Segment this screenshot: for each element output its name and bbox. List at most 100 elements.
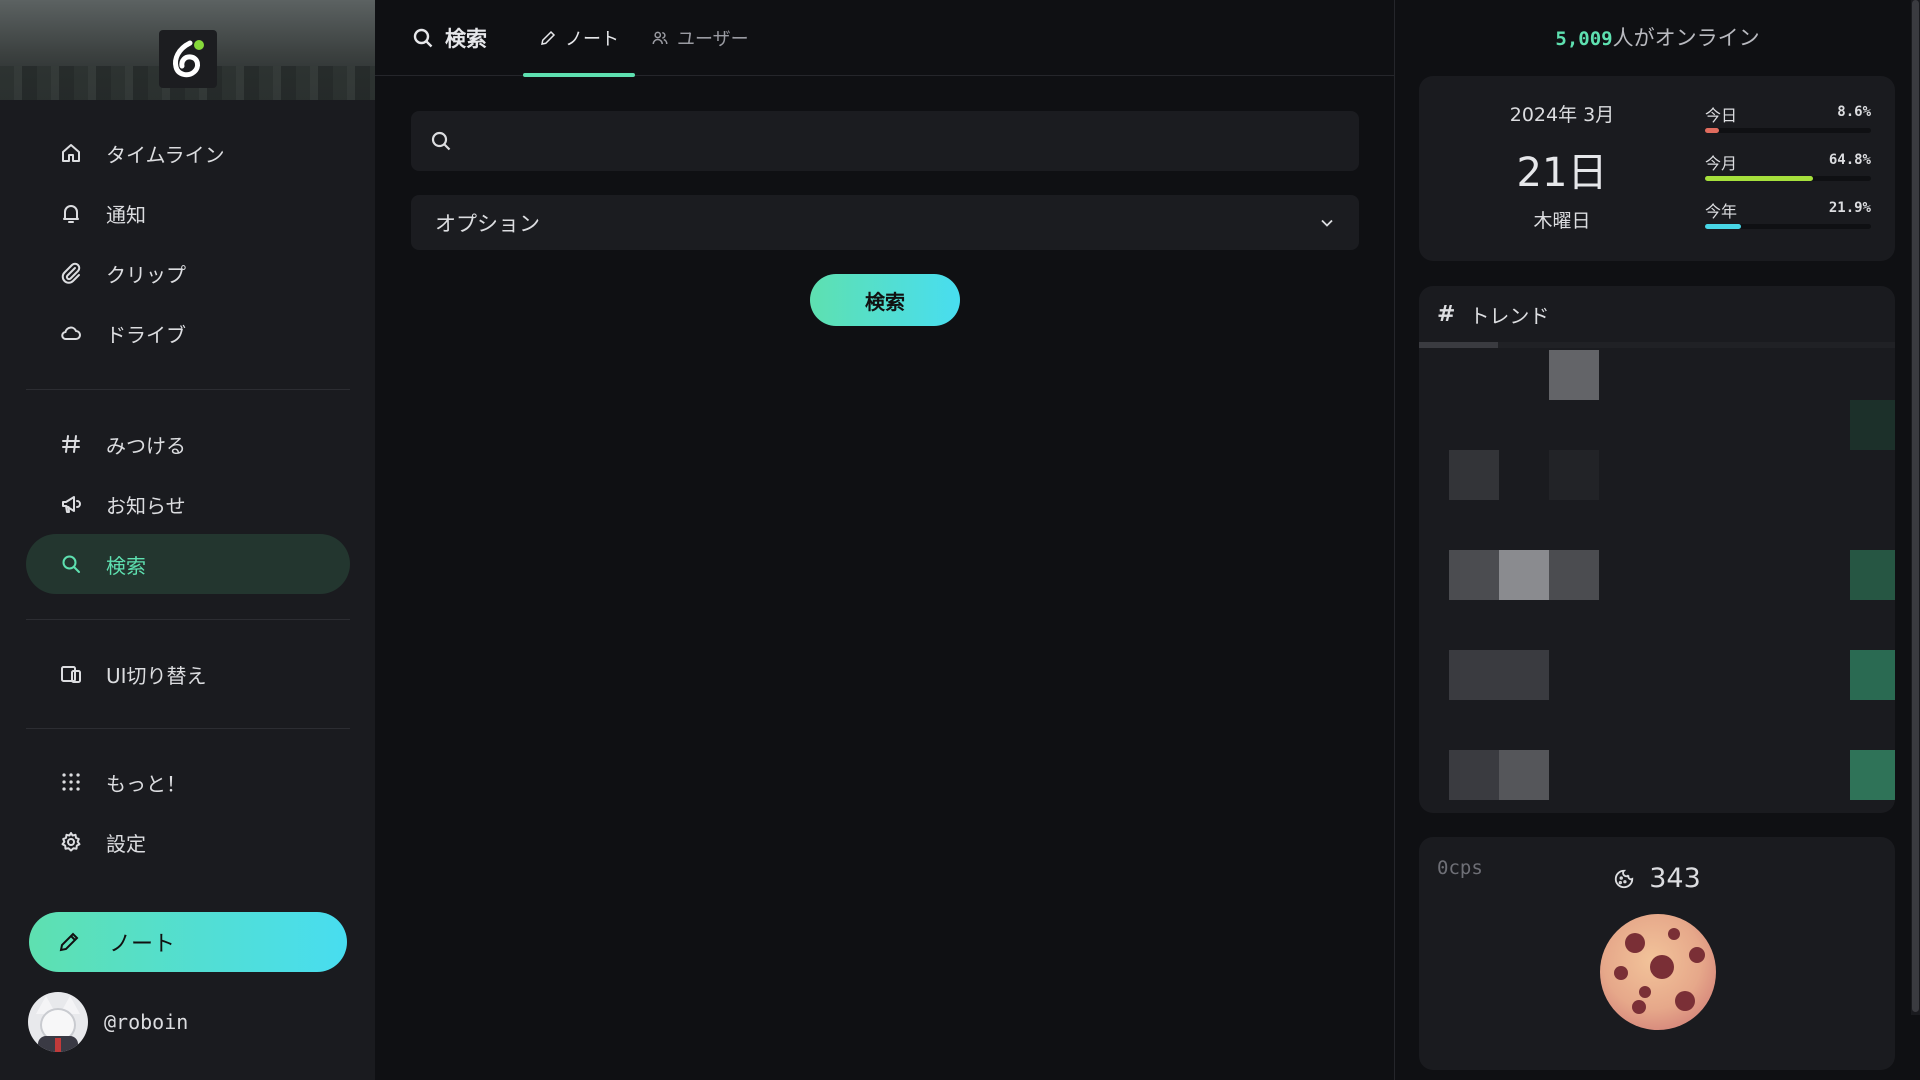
nav-group-main: タイムライン 通知 クリップ ドライブ: [26, 123, 350, 363]
sidebar-item-explore[interactable]: みつける: [26, 414, 350, 474]
progress-percent: 64.8%: [1828, 152, 1871, 168]
nav-group-ui: UI切り替え: [26, 644, 350, 704]
progress-percent: 21.9%: [1828, 200, 1871, 216]
right-column-scrollbar[interactable]: [1911, 0, 1920, 1015]
search-icon: [431, 131, 451, 151]
trend-widget: # トレンド: [1419, 286, 1895, 813]
sidebar-item-settings[interactable]: 設定: [26, 812, 350, 872]
tab-notes[interactable]: ノート: [523, 0, 635, 77]
app-window: タイムライン 通知 クリップ ドライブ みつける お知らせ 検索 UI切り替え …: [0, 0, 1920, 1080]
calendar-year-month: 2024年 3月: [1509, 104, 1615, 126]
sidebar-item-clips[interactable]: クリップ: [26, 243, 350, 303]
sidebar-item-label: お知らせ: [106, 493, 186, 518]
trend-scrollbar[interactable]: [1419, 342, 1895, 348]
sidebar-item-label: ドライブ: [106, 322, 186, 347]
search-icon: [413, 28, 433, 47]
sidebar-item-announcements[interactable]: お知らせ: [26, 474, 350, 534]
cookie-count-value: 343: [1649, 863, 1701, 894]
progress-bar-fill: [1705, 224, 1742, 229]
sidebar-banner: [0, 0, 375, 100]
trend-chart-block: [1499, 550, 1549, 600]
cookie-clicker-widget: 0cps 343: [1419, 837, 1895, 1070]
sidebar-item-label: 設定: [106, 831, 146, 856]
calendar-weekday: 木曜日: [1533, 210, 1591, 232]
cookie-button[interactable]: [1599, 913, 1717, 1031]
progress-label: 今年: [1705, 202, 1738, 221]
sidebar: タイムライン 通知 クリップ ドライブ みつける お知らせ 検索 UI切り替え …: [0, 0, 375, 1080]
search-button[interactable]: 検索: [810, 274, 960, 326]
page-title-label: 検索: [445, 26, 487, 51]
online-suffix: 人がオンライン: [1612, 26, 1760, 50]
online-count: 5,009: [1555, 28, 1613, 50]
progress-label: 今月: [1705, 154, 1738, 173]
sidebar-item-label: 通知: [106, 202, 146, 227]
sidebar-item-notifications[interactable]: 通知: [26, 183, 350, 243]
options-label: オプション: [435, 211, 540, 236]
progress-label: 今日: [1705, 106, 1738, 125]
progress-percent: 8.6%: [1837, 104, 1871, 120]
cookie-count: 343: [1419, 863, 1895, 894]
trend-chart-block: [1850, 650, 1895, 700]
sidebar-item-label: UI切り替え: [106, 663, 207, 688]
search-field[interactable]: [411, 111, 1359, 171]
sidebar-item-search[interactable]: 検索: [26, 534, 350, 594]
calendar-day: 21日: [1516, 150, 1608, 196]
search-input[interactable]: [465, 111, 1359, 171]
trend-chart-block: [1449, 450, 1499, 500]
sidebar-item-label: もっと！: [106, 771, 186, 796]
trend-chart-block: [1850, 400, 1895, 450]
nav-group-explore: みつける お知らせ 検索: [26, 414, 350, 594]
devices-icon: [56, 659, 86, 689]
sidebar-item-timeline[interactable]: タイムライン: [26, 123, 350, 183]
gear-icon: [56, 827, 86, 857]
trend-chart-block: [1549, 450, 1599, 500]
sidebar-item-label: みつける: [106, 433, 186, 458]
page-header: 検索 ノート ユーザー: [375, 0, 1394, 77]
grid-dots-icon: [56, 767, 86, 797]
sidebar-divider: [26, 728, 350, 729]
tab-users[interactable]: ユーザー: [635, 0, 765, 76]
trend-chart-block: [1449, 650, 1499, 700]
tab-label: ユーザー: [677, 28, 749, 50]
chevron-down-icon: [1321, 219, 1333, 227]
sidebar-item-label: クリップ: [106, 262, 186, 287]
sidebar-divider: [26, 389, 350, 390]
trend-chart-block: [1850, 750, 1895, 800]
trend-chart-block: [1499, 650, 1549, 700]
compose-note-button[interactable]: ノート: [29, 912, 347, 972]
users-icon: [652, 31, 668, 44]
hash-icon: [56, 429, 86, 459]
sidebar-item-drive[interactable]: ドライブ: [26, 303, 350, 363]
trend-title: トレンド: [1469, 303, 1550, 328]
progress-bar-fill: [1705, 128, 1720, 133]
cloud-icon: [56, 318, 86, 348]
account-button[interactable]: @roboin: [28, 992, 188, 1052]
megaphone-icon: [56, 489, 86, 519]
progress-bar-fill: [1705, 176, 1813, 181]
cookie-icon: [1615, 869, 1634, 888]
page-title: 検索: [411, 23, 487, 53]
trend-chart-block: [1449, 750, 1499, 800]
tab-label: ノート: [565, 28, 619, 50]
sidebar-item-more[interactable]: もっと！: [26, 752, 350, 812]
pencil-icon: [541, 30, 556, 45]
bell-icon: [56, 198, 86, 228]
sidebar-item-label: タイムライン: [106, 142, 225, 167]
right-column: 5,009人がオンライン 2024年 3月 21日 木曜日 今日 8.6% 今月…: [1395, 0, 1920, 1080]
logo-icon: [173, 40, 204, 78]
sidebar-divider: [26, 619, 350, 620]
trend-chart-block: [1549, 550, 1599, 600]
home-icon: [56, 138, 86, 168]
options-dropdown[interactable]: オプション: [411, 195, 1359, 250]
avatar: [28, 992, 88, 1052]
sidebar-item-ui-switch[interactable]: UI切り替え: [26, 644, 350, 704]
instance-logo[interactable]: [159, 30, 217, 88]
paperclip-icon: [56, 258, 86, 288]
progress-track: [1705, 224, 1871, 229]
trend-chart-block: [1449, 550, 1499, 600]
calendar-widget: 2024年 3月 21日 木曜日 今日 8.6% 今月 64.8% 今年 21.…: [1419, 76, 1895, 261]
trend-chart-block: [1499, 750, 1549, 800]
progress-track: [1705, 176, 1871, 181]
trend-header: # トレンド: [1419, 286, 1895, 342]
online-users: 5,009人がオンライン: [1395, 22, 1920, 52]
